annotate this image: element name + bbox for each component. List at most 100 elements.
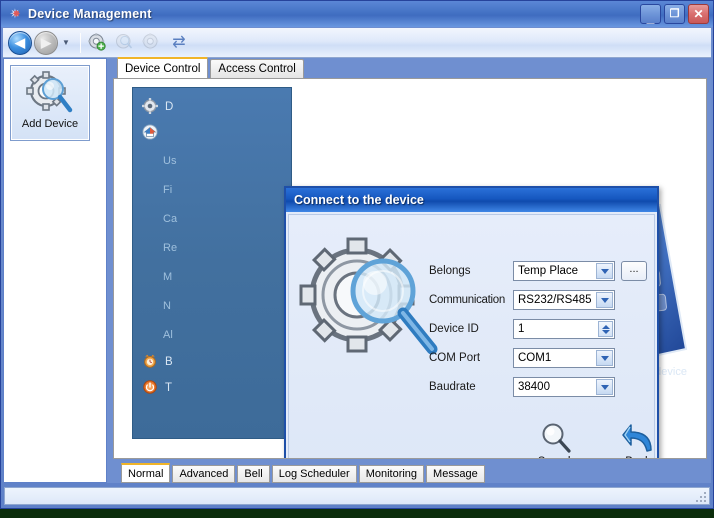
maximize-button[interactable]: ❐ [664,4,685,24]
back-button[interactable]: Back [609,421,667,459]
gear-magnifier-icon [25,70,75,116]
form-row-communication: Communication RS232/RS485 [429,290,654,310]
dialog-title-bar: Connect to the device [286,188,657,212]
tab-access-control[interactable]: Access Control [210,59,303,78]
form-row-baudrate: Baudrate 38400 [429,377,654,397]
search-device-tool-button[interactable] [113,31,137,55]
chevron-down-icon[interactable] [596,263,613,279]
home-icon [141,124,159,142]
bottom-tab-label: Bell [244,468,262,480]
chevron-down-icon: ▼ [62,38,70,47]
toolbar-separator [80,33,81,53]
back-arrow-icon: ◀ [15,35,25,51]
sidebar: Add Device [3,58,107,483]
nav-item-label: B [165,356,173,368]
device-id-stepper[interactable]: 1 [513,319,615,339]
minimize-icon: _ [641,5,660,23]
refresh-icon: ⇄ [167,31,191,55]
bottom-tab-label: Monitoring [366,468,417,480]
resize-grip[interactable] [695,491,707,503]
search-button[interactable]: Search [527,421,585,459]
nav-item-ca[interactable]: Ca [139,204,291,233]
chevron-down-icon[interactable] [596,292,613,308]
forward-button[interactable]: ▶ [34,31,58,55]
bottom-tab-log-scheduler[interactable]: Log Scheduler [272,465,357,483]
window-controls: _ ❐ ✕ [640,4,709,24]
sidebar-item-add-device[interactable]: Add Device [10,65,90,141]
bottom-tab-normal[interactable]: Normal [121,463,170,483]
sidebar-item-label: Add Device [22,118,78,130]
form-row-device-id: Device ID 1 [429,319,654,339]
maximize-icon: ❐ [665,5,684,23]
communication-value: RS232/RS485 [514,294,592,306]
baudrate-combobox[interactable]: 38400 [513,377,615,397]
window-title-bar: ✷✸ Device Management _ ❐ ✕ [1,1,713,27]
connect-to-device-dialog: Connect to the device [284,186,659,459]
main-pane: Device Control Access Control [109,58,711,483]
nav-item-label: D [165,101,173,113]
browse-label: ... [629,263,638,275]
form-row-belongs: Belongs Temp Place ... [429,261,654,281]
history-dropdown-button[interactable]: ▼ [62,38,70,47]
tab-label: Device Control [125,63,200,75]
tab-page-device-control: D Us [113,78,707,459]
chevron-down-icon[interactable] [596,350,613,366]
nav-item-label: T [165,382,172,394]
bottom-tab-message[interactable]: Message [426,465,485,483]
baudrate-value: 38400 [514,381,550,393]
minimize-button[interactable]: _ [640,4,661,24]
bottom-tab-label: Normal [128,468,163,480]
refresh-tool-button[interactable]: ⇄ [167,31,191,55]
form-row-com-port: COM Port COM1 [429,348,654,368]
gear-icon [142,33,160,51]
device-settings-tool-button[interactable] [140,31,164,55]
gear-plus-icon [88,33,106,51]
status-bar [4,487,710,505]
nav-item-bell[interactable]: B [139,349,291,375]
search-label: Search [538,456,574,459]
sparkle-icon: ✷✸ [7,6,23,22]
nav-item-power[interactable]: T [139,375,291,401]
nav-item-users[interactable]: Us [139,146,291,175]
bottom-tabstrip: Normal Advanced Bell Log Scheduler Monit… [109,461,711,483]
com-port-combobox[interactable]: COM1 [513,348,615,368]
add-device-tool-button[interactable] [86,31,110,55]
bottom-tab-monitoring[interactable]: Monitoring [359,465,424,483]
belongs-label: Belongs [429,265,513,277]
chevron-down-icon[interactable] [596,379,613,395]
back-arrow-icon [621,421,655,455]
com-port-value: COM1 [514,352,551,364]
browse-button[interactable]: ... [621,261,647,281]
tab-device-control[interactable]: Device Control [117,57,208,78]
nav-item-label: Ca [163,213,177,225]
back-label: Back [625,456,651,459]
device-id-label: Device ID [429,323,513,335]
bottom-tab-bell[interactable]: Bell [237,465,269,483]
bottom-tab-label: Advanced [179,468,228,480]
window-body: Add Device Device Control Access Control [3,58,711,483]
gear-search-icon [115,33,133,51]
spinner-up-icon[interactable] [602,325,610,329]
bottom-tab-label: Message [433,468,478,480]
spinner-buttons[interactable] [598,321,613,337]
bottom-tab-advanced[interactable]: Advanced [172,465,235,483]
nav-item-device[interactable]: D [139,94,291,120]
spinner-down-icon[interactable] [602,330,610,334]
device-nav-panel: D Us [132,87,292,439]
nav-item-home[interactable] [139,120,291,146]
belongs-combobox[interactable]: Temp Place [513,261,615,281]
close-button[interactable]: ✕ [688,4,709,24]
communication-combobox[interactable]: RS232/RS485 [513,290,615,310]
baudrate-label: Baudrate [429,381,513,393]
belongs-value: Temp Place [514,265,578,277]
bottom-tab-label: Log Scheduler [279,468,350,480]
nav-item-label: M [163,271,172,283]
nav-item-fi[interactable]: Fi [139,175,291,204]
nav-item-re[interactable]: Re [139,233,291,262]
back-button[interactable]: ◀ [8,31,32,55]
alarm-clock-icon [141,353,159,371]
nav-item-al[interactable]: Al [139,320,291,349]
nav-item-label: Re [163,242,177,254]
nav-item-n[interactable]: N [139,291,291,320]
nav-item-m[interactable]: M [139,262,291,291]
